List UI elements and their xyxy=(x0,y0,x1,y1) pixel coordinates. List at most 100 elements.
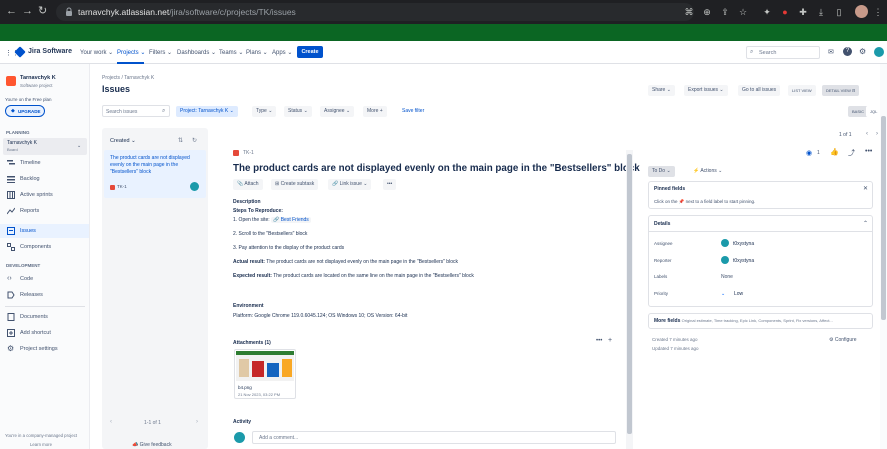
sidebar-item-backlog[interactable]: Backlog xyxy=(0,172,89,186)
jira-logo-text[interactable]: Jira Software xyxy=(28,48,72,55)
upgrade-button[interactable]: ◆ UPGRADE xyxy=(5,105,45,117)
best-friends-link[interactable]: 🔗 Best Friends xyxy=(271,217,311,223)
download-icon[interactable]: ⤓ xyxy=(816,7,826,17)
project-name[interactable]: Tarnavchyk K xyxy=(20,75,56,81)
add-attachment-icon[interactable]: + xyxy=(608,337,612,344)
prev-issue-icon[interactable]: ‹ xyxy=(866,131,868,137)
give-feedback-link[interactable]: 📣 Give feedback xyxy=(132,442,172,448)
sidebar-item-active-sprints[interactable]: Active sprints xyxy=(0,188,89,202)
refresh-icon[interactable]: ↻ xyxy=(192,137,197,144)
sidebar-item-issues[interactable]: Issues xyxy=(0,224,89,238)
close-icon[interactable]: ✕ xyxy=(863,185,868,192)
next-page-icon[interactable]: › xyxy=(196,419,198,425)
export-issues-button[interactable]: Export issues ⌄ xyxy=(684,85,728,96)
nav-filters[interactable]: Filters ⌄ xyxy=(149,49,172,56)
menu-kebab-icon[interactable]: ⋮ xyxy=(873,7,883,17)
next-issue-icon[interactable]: › xyxy=(876,131,878,137)
board-switcher[interactable]: Tarnavchyk K Board ⌄ xyxy=(3,138,87,155)
create-subtask-button[interactable]: ⊞ Create subtask xyxy=(271,179,319,190)
save-filter-link[interactable]: Save filter xyxy=(398,106,428,117)
attach-button[interactable]: 📎 Attach xyxy=(233,179,263,190)
preview-product xyxy=(239,359,249,377)
nav-teams[interactable]: Teams ⌄ xyxy=(219,49,243,56)
more-actions-icon[interactable]: ••• xyxy=(383,179,397,190)
sidebar-item-components[interactable]: Components xyxy=(0,240,89,254)
actions-dropdown[interactable]: ⚡ Actions ⌄ xyxy=(689,166,726,177)
bookmark-star-icon[interactable]: ☆ xyxy=(738,7,748,17)
details-title[interactable]: Details xyxy=(654,221,670,227)
back-icon[interactable]: ← xyxy=(6,6,17,17)
forward-icon[interactable]: → xyxy=(22,6,33,17)
extension-icon[interactable]: ✦ xyxy=(762,7,772,17)
more-fields-panel[interactable]: More fields Original estimate, Time trac… xyxy=(648,313,873,329)
more-filter[interactable]: More + xyxy=(363,106,387,117)
labels-value[interactable]: None xyxy=(721,274,733,280)
sidebar-item-timeline[interactable]: Timeline xyxy=(0,156,89,170)
sidebar-item-releases[interactable]: Releases xyxy=(0,288,89,302)
status-dropdown[interactable]: To Do ⌄ xyxy=(648,166,675,177)
more-options-icon[interactable]: ••• xyxy=(865,148,872,155)
sort-order-icon[interactable]: ⇅ xyxy=(178,137,183,144)
components-icon xyxy=(7,243,15,251)
share-icon[interactable]: ⤴ xyxy=(848,148,855,158)
sidebar-item-documents[interactable]: Documents xyxy=(0,310,89,324)
nav-projects[interactable]: Projects ⌄ xyxy=(117,49,145,56)
link-issue-button[interactable]: 🔗 Link issue ⌄ xyxy=(328,179,372,190)
sidebar-item-code[interactable]: ‹› Code xyxy=(0,272,89,286)
extensions-puzzle-icon[interactable]: ✚ xyxy=(798,7,808,17)
issue-search-input[interactable]: Search issues ⌕ xyxy=(102,105,170,117)
nav-your-work[interactable]: Your work ⌄ xyxy=(80,49,113,56)
address-bar[interactable]: tarnavchyk.atlassian.net/jira/software/c… xyxy=(56,3,747,21)
attachment-menu-icon[interactable]: ••• xyxy=(596,338,602,344)
share-icon[interactable]: ⇪ xyxy=(720,7,730,17)
sort-dropdown[interactable]: Created ⌄ xyxy=(110,138,136,144)
sidebar-item-add-shortcut[interactable]: Add shortcut xyxy=(0,326,89,340)
help-icon[interactable]: ? xyxy=(843,47,852,56)
assignee-value[interactable]: t0xystyna xyxy=(733,241,754,247)
reporter-value[interactable]: t0xystyna xyxy=(733,258,754,264)
issue-title[interactable]: The product cards are not displayed even… xyxy=(233,163,640,174)
issue-list-item[interactable]: The product cards are not displayed even… xyxy=(104,150,206,198)
breadcrumb-projects[interactable]: Projects xyxy=(102,75,120,81)
translate-icon[interactable]: ⌘ xyxy=(684,7,694,17)
notifications-icon[interactable]: ✉ xyxy=(828,48,834,56)
project-filter[interactable]: Project: Tarnavchyk K ⌄ xyxy=(176,106,238,117)
nav-dashboards[interactable]: Dashboards ⌄ xyxy=(177,49,216,56)
reload-icon[interactable]: ↻ xyxy=(38,6,47,17)
global-search-input[interactable]: ⌕ Search xyxy=(746,46,820,59)
assignee-filter[interactable]: Assignee ⌄ xyxy=(320,106,355,117)
settings-gear-icon[interactable]: ⚙ xyxy=(859,47,866,56)
type-filter[interactable]: Type ⌄ xyxy=(252,106,277,117)
extension-red-icon[interactable]: ● xyxy=(780,7,790,17)
divider xyxy=(649,231,872,232)
nav-apps[interactable]: Apps ⌄ xyxy=(272,49,292,56)
sidebar-item-reports[interactable]: Reports xyxy=(0,204,89,218)
attachment-thumbnail[interactable]: b4.png 21 Nov 2023, 03:22 PM xyxy=(234,349,296,399)
status-filter[interactable]: Status ⌄ xyxy=(284,106,312,117)
breadcrumb-project[interactable]: Tarnavchyk K xyxy=(124,75,154,81)
board-sub: Board xyxy=(7,147,18,152)
learn-more-link[interactable]: Learn more xyxy=(30,442,52,447)
priority-value[interactable]: Low xyxy=(734,291,743,297)
nav-plans[interactable]: Plans ⌄ xyxy=(246,49,268,56)
basic-search-toggle[interactable]: BASIC xyxy=(848,106,869,117)
share-button[interactable]: Share ⌄ xyxy=(648,85,675,96)
like-icon[interactable]: 👍 xyxy=(830,148,839,156)
list-view-toggle[interactable]: LIST VIEW xyxy=(788,85,816,96)
issue-key[interactable]: TK-1 xyxy=(243,150,254,156)
detail-view-toggle[interactable]: DETAIL VIEW ⊟ xyxy=(822,85,860,96)
create-button[interactable]: Create xyxy=(297,46,323,58)
zoom-icon[interactable]: ⊕ xyxy=(702,7,712,17)
page-scrollbar-thumb[interactable] xyxy=(881,116,886,320)
user-avatar[interactable] xyxy=(874,47,884,57)
profile-avatar[interactable] xyxy=(855,5,868,18)
detail-scrollbar-thumb[interactable] xyxy=(627,154,632,434)
configure-button[interactable]: ⚙ Configure xyxy=(829,337,857,343)
go-to-all-issues-button[interactable]: Go to all issues xyxy=(738,85,781,96)
watch-eye-icon[interactable]: ◉ xyxy=(806,149,812,157)
sidebar-item-project-settings[interactable]: ⚙ Project settings xyxy=(0,342,89,356)
comment-input[interactable]: Add a comment... xyxy=(252,431,616,444)
sidepanel-icon[interactable]: ▯ xyxy=(834,7,844,17)
prev-page-icon[interactable]: ‹ xyxy=(110,419,112,425)
chevron-up-icon[interactable]: ⌃ xyxy=(863,220,868,227)
